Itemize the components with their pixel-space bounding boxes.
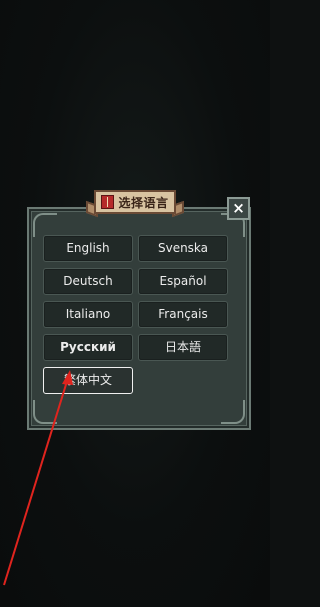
language-button-italiano[interactable]: Italiano (43, 301, 133, 328)
language-button-traditional-chinese[interactable]: 繁体中文 (43, 367, 133, 394)
ornament-corner (33, 400, 57, 424)
language-button-svenska[interactable]: Svenska (138, 235, 228, 262)
language-button-deutsch[interactable]: Deutsch (43, 268, 133, 295)
language-button-francais[interactable]: Français (138, 301, 228, 328)
ornament-corner (221, 400, 245, 424)
close-button[interactable]: × (227, 197, 250, 220)
dialog-title: 选择语言 (118, 195, 169, 210)
language-button-japanese[interactable]: 日本語 (138, 334, 228, 361)
book-icon (101, 195, 115, 209)
language-button-russian[interactable]: Русский (43, 334, 133, 361)
dialog-title-banner: 选择语言 (94, 190, 176, 214)
language-button-espanol[interactable]: Español (138, 268, 228, 295)
ornament-corner (33, 213, 57, 237)
language-button-english[interactable]: English (43, 235, 133, 262)
